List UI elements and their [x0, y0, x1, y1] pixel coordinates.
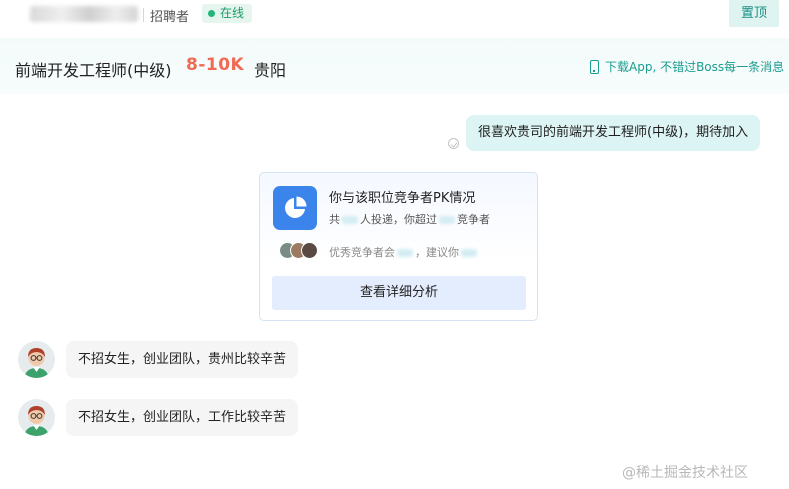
pk-stats-middle: 人投递，你超过	[360, 213, 437, 226]
pk-hint-middle: ，建议你	[415, 246, 459, 259]
pin-top-button[interactable]: 置顶	[729, 0, 779, 27]
blurred-applicant-count	[342, 216, 358, 224]
download-app-link[interactable]: 下载App, 不错过Boss每一条消息	[590, 58, 784, 75]
pk-stats-prefix: 共	[329, 213, 340, 226]
job-salary: 8-10K	[186, 55, 245, 75]
job-title[interactable]: 前端开发工程师(中级)	[15, 57, 172, 81]
competitor-avatars	[279, 242, 321, 260]
pie-chart-icon	[273, 186, 317, 230]
online-dot-icon	[208, 10, 215, 17]
chat-header: 招聘者 在线 置顶	[0, 0, 789, 30]
recruiter-message-bubble: 不招女生，创业团队，工作比较辛苦	[66, 399, 299, 436]
blurred-percentile	[439, 216, 455, 224]
pk-stats-suffix: 竞争者	[457, 213, 490, 226]
divider	[143, 8, 144, 22]
blurred-contact-name	[30, 6, 138, 22]
job-info-bar: 前端开发工程师(中级) 8-10K 贵阳 下载App, 不错过Boss每一条消息	[0, 38, 789, 94]
pk-hint-prefix: 优秀竞争者会	[329, 246, 395, 259]
view-analysis-button[interactable]: 查看详细分析	[272, 276, 526, 310]
pk-card-stats: 共 人投递，你超过 竞争者	[329, 211, 490, 227]
pk-analysis-card[interactable]: 你与该职位竞争者PK情况 共 人投递，你超过 竞争者 优秀竞争者会 ，建议你 查看详细…	[259, 172, 538, 321]
blurred-hint-word	[397, 249, 413, 257]
my-message-bubble: 很喜欢贵司的前端开发工程师(中级)，期待加入	[466, 115, 761, 151]
pk-card-title: 你与该职位竞争者PK情况	[329, 191, 476, 206]
blurred-hint-word	[461, 249, 477, 257]
recruiter-message-bubble: 不招女生，创业团队，贵州比较辛苦	[66, 341, 299, 378]
pk-card-hint: 优秀竞争者会 ，建议你	[329, 244, 479, 260]
competitor-avatar	[301, 242, 318, 259]
watermark: @稀土掘金技术社区	[622, 465, 748, 481]
online-status-badge: 在线	[202, 4, 253, 23]
sent-check-icon	[448, 138, 459, 149]
download-app-text: 下载App, 不错过Boss每一条消息	[605, 60, 785, 74]
recruiter-role-label: 招聘者	[150, 10, 190, 25]
online-status-text: 在线	[220, 6, 245, 20]
recruiter-avatar[interactable]	[18, 341, 55, 378]
recruiter-avatar[interactable]	[18, 399, 55, 436]
job-city: 贵阳	[254, 61, 287, 80]
phone-icon	[590, 59, 599, 74]
